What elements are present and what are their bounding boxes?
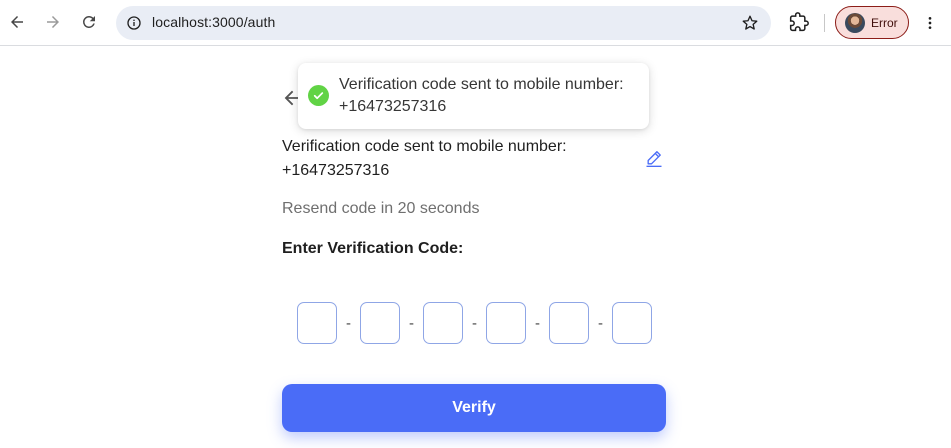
verify-button[interactable]: Verify <box>282 384 666 432</box>
otp-input-group: - - - - - <box>297 302 652 344</box>
otp-digit-1[interactable] <box>297 302 337 344</box>
back-button[interactable] <box>2 7 32 37</box>
otp-digit-5[interactable] <box>549 302 589 344</box>
reload-button[interactable] <box>74 7 104 37</box>
arrow-left-icon <box>11 16 23 28</box>
otp-separator: - <box>409 314 414 332</box>
kebab-menu-icon[interactable] <box>920 11 940 35</box>
otp-separator: - <box>472 314 477 332</box>
profile-button[interactable]: Error <box>835 6 909 39</box>
toast-mobile-number: +16473257316 <box>339 98 447 115</box>
browser-toolbar: localhost:3000/auth Error <box>0 0 951 46</box>
verification-sent-line: Verification code sent to mobile number: <box>282 138 567 155</box>
enter-code-label: Enter Verification Code: <box>282 240 464 257</box>
star-icon[interactable] <box>739 12 761 34</box>
toolbar-divider <box>824 14 825 32</box>
otp-separator: - <box>346 314 351 332</box>
toast-message: Verification code sent to mobile number:… <box>339 74 639 118</box>
address-bar[interactable]: localhost:3000/auth <box>116 6 771 40</box>
success-toast: Verification code sent to mobile number:… <box>298 63 649 129</box>
otp-digit-4[interactable] <box>486 302 526 344</box>
check-circle-icon <box>308 85 329 106</box>
forward-button[interactable] <box>38 7 68 37</box>
otp-digit-3[interactable] <box>423 302 463 344</box>
profile-label: Error <box>871 15 898 30</box>
verification-sent-message: Verification code sent to mobile number:… <box>282 135 622 183</box>
mobile-number: +16473257316 <box>282 162 390 179</box>
arrow-right-icon <box>47 16 59 28</box>
toast-line: Verification code sent to mobile number: <box>339 76 624 93</box>
avatar <box>845 12 865 33</box>
puzzle-icon[interactable] <box>786 9 812 35</box>
pencil-icon <box>646 151 662 167</box>
resend-countdown: Resend code in 20 seconds <box>282 200 480 217</box>
otp-digit-6[interactable] <box>612 302 652 344</box>
edit-number-button[interactable] <box>643 147 665 169</box>
otp-separator: - <box>535 314 540 332</box>
info-icon[interactable] <box>122 11 146 35</box>
otp-separator: - <box>598 314 603 332</box>
url-text[interactable]: localhost:3000/auth <box>152 14 275 30</box>
otp-digit-2[interactable] <box>360 302 400 344</box>
reload-icon <box>82 15 95 28</box>
